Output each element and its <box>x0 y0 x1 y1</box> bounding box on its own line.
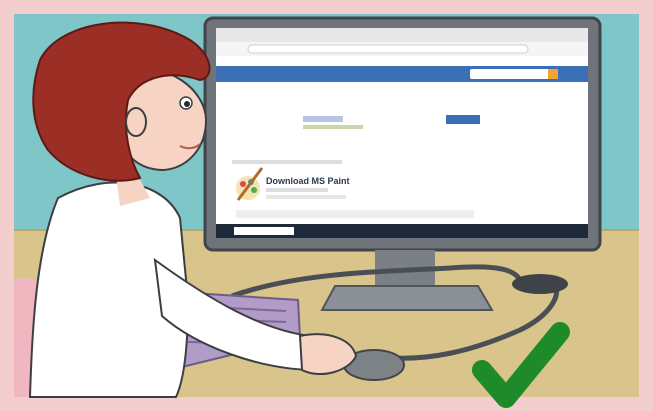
page-text-line <box>303 116 343 122</box>
breadcrumb-line <box>232 160 342 164</box>
browser-tab-bar <box>216 28 588 42</box>
url-field <box>247 44 529 54</box>
pupil <box>184 101 190 107</box>
screen-heading: Download MS Paint <box>266 176 350 186</box>
monitor-screen <box>216 28 588 238</box>
monitor-base <box>320 285 494 311</box>
page-text-line <box>303 125 363 129</box>
ear <box>125 107 147 137</box>
page-button <box>446 115 480 124</box>
page-info-bar <box>236 210 474 218</box>
taskbar-search <box>234 227 294 235</box>
mouse-pad <box>512 274 568 294</box>
scene <box>0 0 653 411</box>
site-search-box <box>470 69 556 79</box>
site-search-button <box>548 69 558 79</box>
subtitle-line <box>266 188 328 192</box>
subtitle-line <box>266 195 346 199</box>
